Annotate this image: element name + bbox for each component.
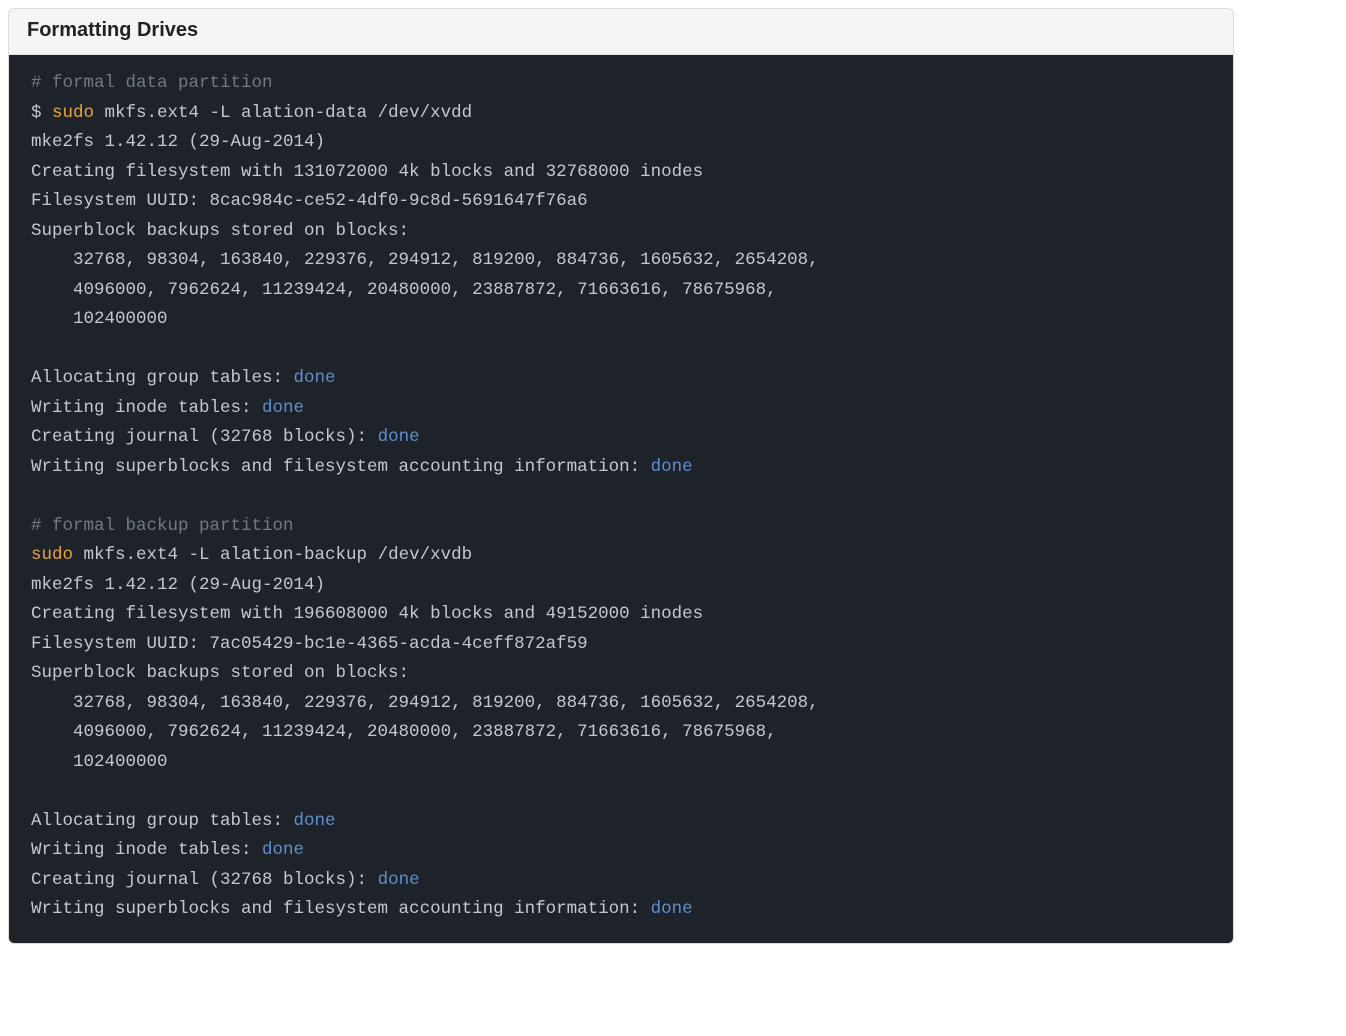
code-keyword-sudo: sudo bbox=[52, 103, 94, 123]
code-keyword-sudo: sudo bbox=[31, 545, 73, 565]
code-text: Filesystem UUID: 8cac984c-ce52-4df0-9c8d… bbox=[31, 191, 588, 211]
code-text: mke2fs 1.42.12 (29-Aug-2014) bbox=[31, 132, 325, 152]
code-text: mkfs.ext4 -L alation-data /dev/xvdd bbox=[94, 103, 472, 123]
code-text: Creating journal (32768 blocks): bbox=[31, 870, 378, 890]
code-text: Writing superblocks and filesystem accou… bbox=[31, 457, 651, 477]
code-text: Allocating group tables: bbox=[31, 368, 294, 388]
formatting-drives-panel: Formatting Drives # formal data partitio… bbox=[8, 8, 1234, 944]
code-text: $ bbox=[31, 103, 52, 123]
code-comment: # formal backup partition bbox=[31, 516, 294, 536]
code-text: Creating journal (32768 blocks): bbox=[31, 427, 378, 447]
code-text: Superblock backups stored on blocks: bbox=[31, 221, 409, 241]
code-text: mkfs.ext4 -L alation-backup /dev/xvdb bbox=[73, 545, 472, 565]
terminal-output: # formal data partition $ sudo mkfs.ext4… bbox=[9, 69, 1233, 925]
code-text: Allocating group tables: bbox=[31, 811, 294, 831]
code-text: Filesystem UUID: 7ac05429-bc1e-4365-acda… bbox=[31, 634, 588, 654]
code-status-done: done bbox=[294, 368, 336, 388]
code-status-done: done bbox=[651, 899, 693, 919]
code-text: 32768, 98304, 163840, 229376, 294912, 81… bbox=[31, 250, 819, 270]
code-text: Superblock backups stored on blocks: bbox=[31, 663, 409, 683]
code-text: 102400000 bbox=[31, 309, 168, 329]
code-comment: # formal data partition bbox=[31, 73, 273, 93]
code-block-container: # formal data partition $ sudo mkfs.ext4… bbox=[9, 55, 1233, 943]
code-text: Creating filesystem with 196608000 4k bl… bbox=[31, 604, 703, 624]
code-text: 32768, 98304, 163840, 229376, 294912, 81… bbox=[31, 693, 819, 713]
code-status-done: done bbox=[651, 457, 693, 477]
code-text: 102400000 bbox=[31, 752, 168, 772]
code-status-done: done bbox=[378, 427, 420, 447]
code-text: Writing inode tables: bbox=[31, 840, 262, 860]
code-text: Writing superblocks and filesystem accou… bbox=[31, 899, 651, 919]
code-text: Creating filesystem with 131072000 4k bl… bbox=[31, 162, 703, 182]
code-status-done: done bbox=[262, 398, 304, 418]
code-text: 4096000, 7962624, 11239424, 20480000, 23… bbox=[31, 722, 777, 742]
panel-title: Formatting Drives bbox=[9, 9, 1233, 55]
code-status-done: done bbox=[378, 870, 420, 890]
code-status-done: done bbox=[262, 840, 304, 860]
code-text: 4096000, 7962624, 11239424, 20480000, 23… bbox=[31, 280, 777, 300]
code-status-done: done bbox=[294, 811, 336, 831]
code-text: mke2fs 1.42.12 (29-Aug-2014) bbox=[31, 575, 325, 595]
code-text: Writing inode tables: bbox=[31, 398, 262, 418]
